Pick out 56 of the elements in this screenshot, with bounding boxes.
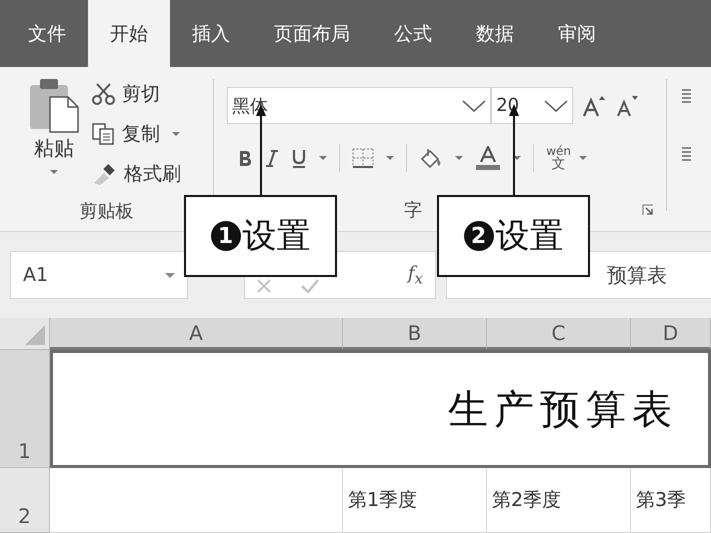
name-box[interactable]: A1 xyxy=(10,251,188,299)
italic-icon[interactable] xyxy=(265,149,280,167)
clipboard-button[interactable]: 剪切 xyxy=(92,77,181,111)
group-label: 剪贴板 xyxy=(78,200,135,224)
tab[interactable]: 页面布局 xyxy=(252,0,372,67)
tab[interactable]: 开始 xyxy=(88,0,170,67)
tab[interactable]: 插入 xyxy=(170,0,252,67)
chevron-down-icon xyxy=(462,100,486,112)
table-cell: 第3季 xyxy=(631,468,711,533)
dropdown-arrow-icon xyxy=(386,156,394,160)
dropdown-arrow-icon xyxy=(50,170,58,174)
dialog-launcher-icon[interactable] xyxy=(642,204,654,216)
callout-text: 设置 xyxy=(496,215,564,258)
cancel-icon xyxy=(257,279,271,293)
tab[interactable]: 审阅 xyxy=(536,0,618,67)
insert-function-button[interactable]: f$_{x}$ xyxy=(408,262,423,288)
copy-icon xyxy=(92,123,116,145)
align-icon[interactable] xyxy=(681,89,692,103)
tab[interactable]: 文件 xyxy=(6,0,88,67)
dropdown-arrow-icon xyxy=(172,132,180,136)
underline-icon[interactable] xyxy=(291,148,308,168)
phonetic-guide-button[interactable]: wén 文 xyxy=(546,145,572,171)
row-header[interactable]: 1 xyxy=(0,350,50,468)
dropdown-arrow-icon xyxy=(513,156,522,160)
check-icon xyxy=(301,279,319,293)
increase-font-size-icon[interactable] xyxy=(582,94,606,116)
tab[interactable]: 数据 xyxy=(454,0,536,67)
table-cell: 第1季度 xyxy=(343,468,487,533)
clipboard-button[interactable]: 格式刷 xyxy=(92,157,181,191)
callout-text: 设置 xyxy=(242,215,310,258)
bold-icon[interactable] xyxy=(237,149,254,167)
dropdown-arrow-icon xyxy=(455,156,464,160)
font-color-icon[interactable] xyxy=(475,146,502,170)
step-number: 1 xyxy=(210,221,240,251)
column-header[interactable]: C xyxy=(487,318,631,350)
step-number: 2 xyxy=(464,221,494,251)
chevron-down-icon xyxy=(544,100,568,112)
column-header[interactable]: D xyxy=(631,318,711,350)
title-text: 生产预算表 xyxy=(448,386,678,434)
align-icon[interactable] xyxy=(681,147,692,161)
dropdown-arrow-icon xyxy=(579,156,588,160)
decrease-font-size-icon[interactable] xyxy=(615,94,640,116)
paste-button[interactable]: 粘贴 xyxy=(22,77,86,191)
borders-icon[interactable] xyxy=(352,148,374,168)
tab[interactable]: 公式 xyxy=(372,0,454,67)
group-label: 字 xyxy=(404,199,422,222)
clipboard-button[interactable]: 复制 xyxy=(92,117,181,151)
dropdown-arrow-icon xyxy=(165,272,175,278)
clipboard-icon xyxy=(28,77,80,133)
scissors-icon xyxy=(92,83,116,105)
column-header[interactable]: A xyxy=(50,318,343,350)
row-header[interactable]: 2 xyxy=(0,468,50,533)
dropdown-arrow-icon xyxy=(319,156,328,160)
column-header[interactable]: B xyxy=(343,318,487,350)
corner-triangle-icon xyxy=(25,325,45,345)
table-cell: 第2季度 xyxy=(487,468,631,533)
